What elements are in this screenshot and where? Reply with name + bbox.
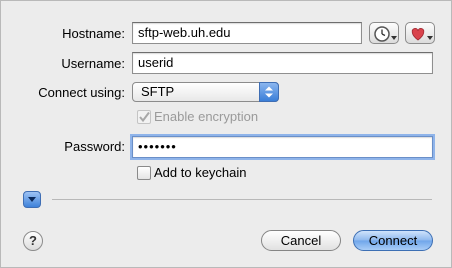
encryption-checkbox[interactable]	[137, 110, 151, 124]
connect-dialog: Hostname: sftp-web.uh.edu Username: user…	[0, 0, 452, 268]
protocol-select[interactable]: SFTP	[132, 82, 279, 102]
history-button[interactable]	[369, 22, 399, 44]
separator	[52, 199, 432, 200]
username-label: Username:	[61, 56, 125, 71]
heart-icon	[411, 28, 433, 41]
select-arrows-icon	[259, 82, 279, 102]
favorites-button[interactable]	[405, 22, 435, 44]
keychain-label: Add to keychain	[154, 165, 247, 180]
connect-button[interactable]: Connect	[353, 230, 433, 251]
help-button[interactable]: ?	[23, 231, 43, 251]
disclosure-button[interactable]	[23, 191, 41, 208]
password-label: Password:	[64, 139, 125, 154]
cancel-button[interactable]: Cancel	[261, 230, 341, 251]
encryption-label: Enable encryption	[154, 109, 259, 124]
connect-using-label: Connect using:	[38, 85, 125, 100]
protocol-select-value: SFTP	[141, 84, 175, 99]
username-field[interactable]: userid	[132, 52, 433, 74]
hostname-label: Hostname:	[62, 26, 125, 41]
disclosure-triangle-icon	[28, 197, 36, 202]
checkmark-icon	[139, 111, 150, 123]
password-field[interactable]: •••••••	[132, 136, 433, 158]
hostname-field[interactable]: sftp-web.uh.edu	[132, 22, 362, 44]
keychain-checkbox[interactable]	[137, 166, 151, 180]
help-icon: ?	[29, 233, 37, 248]
clock-icon	[374, 26, 397, 42]
